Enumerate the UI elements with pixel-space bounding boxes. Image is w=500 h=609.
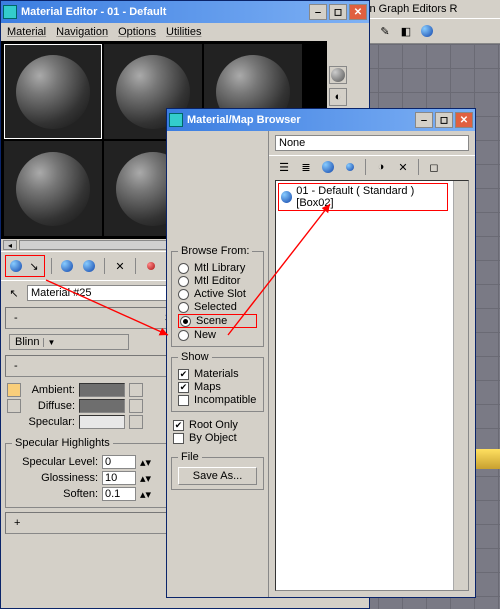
browser-left-panel: Browse From: Mtl Library Mtl Editor Acti… — [167, 131, 269, 597]
specular-swatch[interactable] — [79, 415, 125, 429]
material-slot[interactable] — [4, 141, 102, 236]
backlight-button[interactable]: ◐ — [329, 88, 347, 106]
shader-combo[interactable]: Blinn — [9, 334, 129, 350]
ambient-label: Ambient: — [25, 384, 75, 396]
browse-from-group: Browse From: Mtl Library Mtl Editor Acti… — [171, 245, 264, 347]
sphere-icon — [16, 152, 90, 226]
menu-utilities[interactable]: Utilities — [166, 26, 201, 38]
view-sphere-button[interactable] — [319, 158, 337, 176]
maximize-button[interactable]: ◻ — [435, 112, 453, 128]
put-to-scene-button[interactable]: ↘ — [25, 257, 43, 275]
diffuse-map-button[interactable] — [129, 399, 143, 413]
view-list-small-button[interactable]: ≣ — [297, 158, 315, 176]
view-sphere-small-button[interactable] — [341, 158, 359, 176]
clear-button[interactable]: ◻ — [425, 158, 443, 176]
get-material-button[interactable] — [7, 257, 25, 275]
check-maps[interactable]: ✔Maps — [178, 381, 257, 393]
menu-material[interactable]: Material — [7, 26, 46, 38]
browser-name-field[interactable]: None — [275, 135, 469, 151]
app-icon — [3, 5, 17, 19]
ambient-map-button[interactable] — [129, 383, 143, 397]
rollout-toggle[interactable]: - — [14, 312, 18, 324]
rollout-toggle[interactable]: + — [14, 517, 20, 529]
minimize-button[interactable]: ‒ — [309, 4, 327, 20]
delete-button[interactable]: ✕ — [111, 257, 129, 275]
check-by-object[interactable]: By Object — [173, 432, 262, 444]
radio-new[interactable]: New — [178, 329, 257, 341]
material-slot[interactable] — [4, 44, 102, 139]
radio-selected[interactable]: Selected — [178, 301, 257, 313]
pick-material-button[interactable]: ↖ — [5, 284, 23, 302]
browser-right-panel: None ☰ ≣ ◑ ✕ ◻ 01 - Default ( Standard )… — [269, 131, 475, 597]
list-item[interactable]: 01 - Default ( Standard ) [Box02] — [278, 183, 448, 211]
minimize-button[interactable]: ‒ — [415, 112, 433, 128]
bg-tool-icon[interactable] — [418, 22, 436, 40]
close-button[interactable]: ✕ — [455, 112, 473, 128]
ambient-swatch[interactable] — [79, 383, 125, 397]
browse-from-legend: Browse From: — [178, 245, 252, 257]
save-as-button[interactable]: Save As... — [178, 467, 257, 485]
window-title: Material/Map Browser — [187, 114, 415, 126]
radio-active-slot[interactable]: Active Slot — [178, 288, 257, 300]
file-legend: File — [178, 451, 202, 463]
specular-label: Specular: — [25, 416, 75, 428]
glossiness-label: Glossiness: — [12, 472, 98, 484]
app-icon — [169, 113, 183, 127]
maximize-button[interactable]: ◻ — [329, 4, 347, 20]
window-title: Material Editor - 01 - Default — [21, 6, 309, 18]
soften-spinner[interactable]: 0.1 — [102, 487, 136, 501]
list-scrollbar[interactable] — [453, 181, 468, 590]
close-button[interactable]: ✕ — [349, 4, 367, 20]
ambient-lock-button[interactable] — [7, 383, 21, 397]
soften-label: Soften: — [12, 488, 98, 500]
delete-from-lib-button[interactable]: ✕ — [394, 158, 412, 176]
radio-mtl-library[interactable]: Mtl Library — [178, 262, 257, 274]
diffuse-lock-button[interactable] — [7, 399, 21, 413]
make-unique-button[interactable] — [142, 257, 160, 275]
diffuse-label: Diffuse: — [25, 400, 75, 412]
check-materials[interactable]: ✔Materials — [178, 368, 257, 380]
sample-type-button[interactable] — [329, 66, 347, 84]
reset-button[interactable] — [80, 257, 98, 275]
radio-scene[interactable]: Scene — [178, 314, 257, 328]
menu-navigation[interactable]: Navigation — [56, 26, 108, 38]
assign-to-selection-button[interactable] — [58, 257, 76, 275]
specular-level-spinner[interactable]: 0 — [102, 455, 136, 469]
diffuse-swatch[interactable] — [79, 399, 125, 413]
specular-map-button[interactable] — [129, 415, 143, 429]
bg-tool-icon[interactable]: ✎ — [376, 22, 394, 40]
check-incompatible[interactable]: Incompatible — [178, 394, 257, 406]
browser-toolbar: ☰ ≣ ◑ ✕ ◻ — [269, 155, 475, 178]
specular-level-label: Specular Level: — [12, 456, 98, 468]
scroll-left-button[interactable]: ◂ — [3, 240, 17, 250]
material-list[interactable]: 01 - Default ( Standard ) [Box02] — [275, 180, 469, 591]
bg-tool-icon[interactable]: ◧ — [397, 22, 415, 40]
check-root-only[interactable]: ✔Root Only — [173, 419, 262, 431]
specular-highlights-legend: Specular Highlights — [12, 437, 113, 449]
rollout-toggle[interactable]: - — [14, 360, 18, 372]
update-button[interactable]: ◑ — [372, 158, 390, 176]
material-map-browser-window: Material/Map Browser ‒ ◻ ✕ Browse From: … — [166, 108, 476, 598]
file-group: File Save As... — [171, 451, 264, 490]
list-item-label: 01 - Default ( Standard ) [Box02] — [296, 185, 445, 209]
radio-mtl-editor[interactable]: Mtl Editor — [178, 275, 257, 287]
show-group: Show ✔Materials ✔Maps Incompatible — [171, 351, 264, 412]
material-icon — [281, 191, 292, 203]
view-list-button[interactable]: ☰ — [275, 158, 293, 176]
show-legend: Show — [178, 351, 212, 363]
sphere-icon — [16, 55, 90, 129]
glossiness-spinner[interactable]: 10 — [102, 471, 136, 485]
material-editor-titlebar[interactable]: Material Editor - 01 - Default ‒ ◻ ✕ — [1, 1, 369, 23]
menu-options[interactable]: Options — [118, 26, 156, 38]
material-editor-menubar: Material Navigation Options Utilities — [1, 23, 369, 41]
browser-titlebar[interactable]: Material/Map Browser ‒ ◻ ✕ — [167, 109, 475, 131]
